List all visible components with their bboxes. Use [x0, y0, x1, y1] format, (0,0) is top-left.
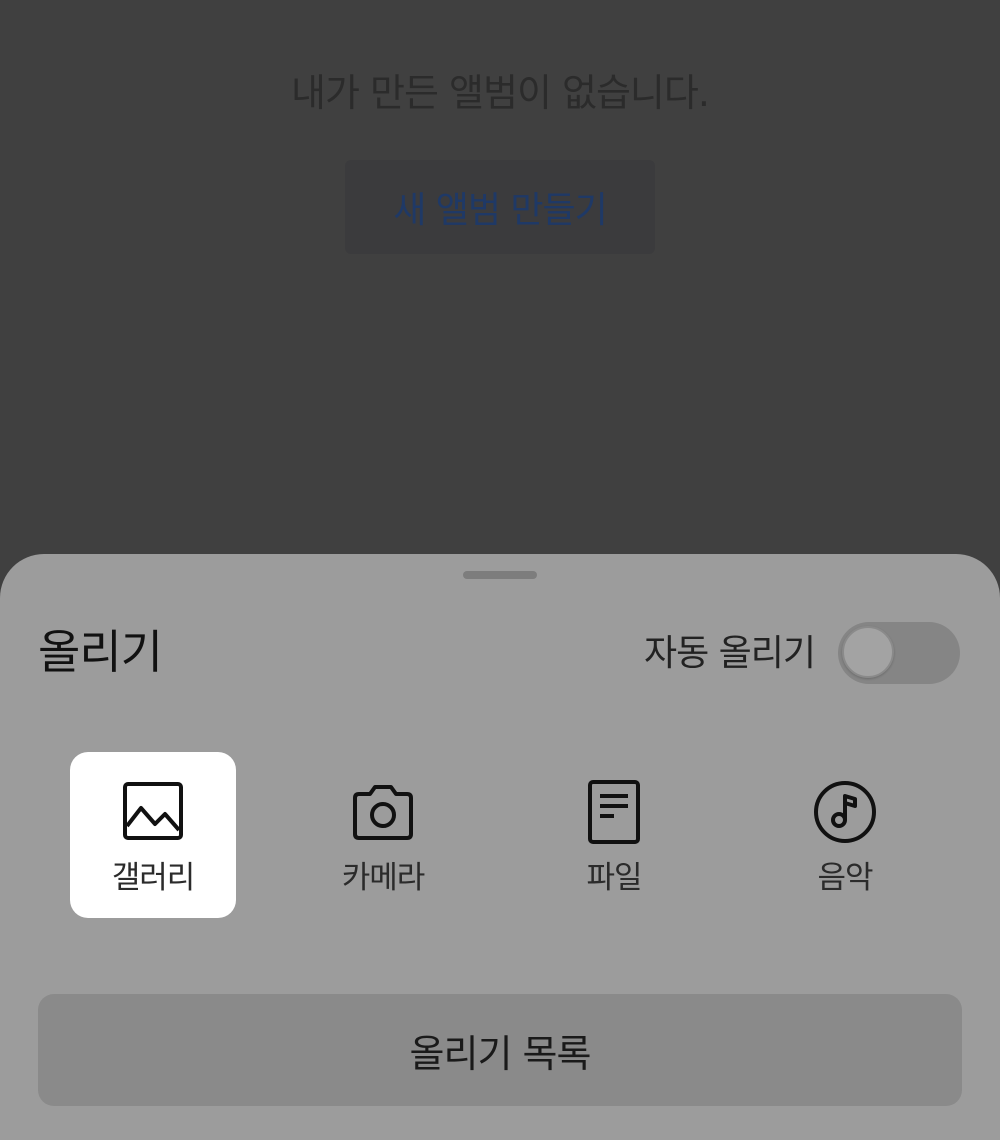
toggle-knob — [842, 626, 894, 678]
auto-upload-toggle[interactable] — [838, 622, 960, 684]
source-label: 카메라 — [341, 860, 426, 896]
create-album-button[interactable]: 새 앨범 만들기 — [345, 160, 655, 254]
sheet-title: 올리기 — [38, 625, 163, 679]
source-camera-button[interactable]: 카메라 — [300, 752, 466, 918]
upload-bottom-sheet: 올리기 자동 올리기 갤러리 카메라 파일 음악 올리기 목록 — [0, 554, 1000, 1140]
source-file-button[interactable]: 파일 — [531, 752, 697, 918]
source-label: 갤러리 — [111, 860, 196, 896]
sheet-drag-handle[interactable] — [463, 571, 537, 579]
source-gallery-button[interactable]: 갤러리 — [70, 752, 236, 918]
source-label: 파일 — [586, 860, 642, 896]
music-icon — [811, 778, 879, 846]
auto-upload-label: 자동 올리기 — [643, 633, 816, 674]
upload-list-button[interactable]: 올리기 목록 — [38, 994, 962, 1106]
image-icon — [119, 778, 187, 846]
source-label: 음악 — [817, 860, 873, 896]
empty-albums-message: 내가 만든 앨범이 없습니다. — [291, 71, 710, 115]
album-page-background: 내가 만든 앨범이 없습니다. 새 앨범 만들기 — [0, 0, 1000, 560]
source-music-button[interactable]: 음악 — [762, 752, 928, 918]
camera-icon — [349, 778, 417, 846]
upload-source-list: 갤러리 카메라 파일 음악 — [0, 752, 1000, 918]
file-icon — [580, 778, 648, 846]
